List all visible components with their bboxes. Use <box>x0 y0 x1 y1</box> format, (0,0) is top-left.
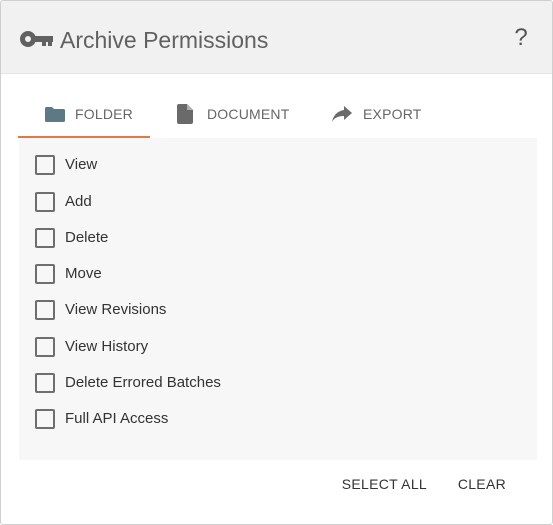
folder-icon <box>45 107 65 122</box>
checkbox[interactable] <box>35 300 55 320</box>
document-icon <box>177 104 193 124</box>
share-arrow-icon <box>332 106 352 122</box>
dialog-header: Archive Permissions ? <box>1 1 552 74</box>
checkbox[interactable] <box>35 192 55 212</box>
archive-permissions-dialog: Archive Permissions ? FOLDER DOCUMENT EX… <box>0 0 553 525</box>
dialog-actions: SELECT ALL CLEAR <box>252 466 552 502</box>
tab-folder-label: FOLDER <box>75 106 133 122</box>
tab-folder[interactable]: FOLDER <box>18 93 150 138</box>
tab-export[interactable]: EXPORT <box>331 93 441 136</box>
clear-button[interactable]: CLEAR <box>458 466 506 502</box>
select-all-button[interactable]: SELECT ALL <box>342 466 427 502</box>
checkbox[interactable] <box>35 337 55 357</box>
permissions-panel: View Add Delete Move View Revisions View… <box>19 138 537 460</box>
key-icon <box>20 31 53 47</box>
tab-document-label: DOCUMENT <box>207 106 290 122</box>
checkbox[interactable] <box>35 228 55 248</box>
permission-tabs: FOLDER DOCUMENT EXPORT <box>18 93 458 138</box>
permission-label: View <box>65 156 98 173</box>
help-button[interactable]: ? <box>508 23 534 53</box>
dialog-title: Archive Permissions <box>60 27 269 53</box>
permission-label: Add <box>65 193 92 210</box>
permission-label: Full API Access <box>65 410 169 427</box>
checkbox[interactable] <box>35 155 55 175</box>
checkbox[interactable] <box>35 373 55 393</box>
permission-label: Delete Errored Batches <box>65 374 221 391</box>
tab-export-label: EXPORT <box>363 106 422 122</box>
permission-label: Move <box>65 265 102 282</box>
checkbox[interactable] <box>35 264 55 284</box>
permission-label: Delete <box>65 229 109 246</box>
checkbox[interactable] <box>35 409 55 429</box>
tab-document[interactable]: DOCUMENT <box>173 93 293 136</box>
permission-label: View History <box>65 338 149 355</box>
permission-label: View Revisions <box>65 301 167 318</box>
